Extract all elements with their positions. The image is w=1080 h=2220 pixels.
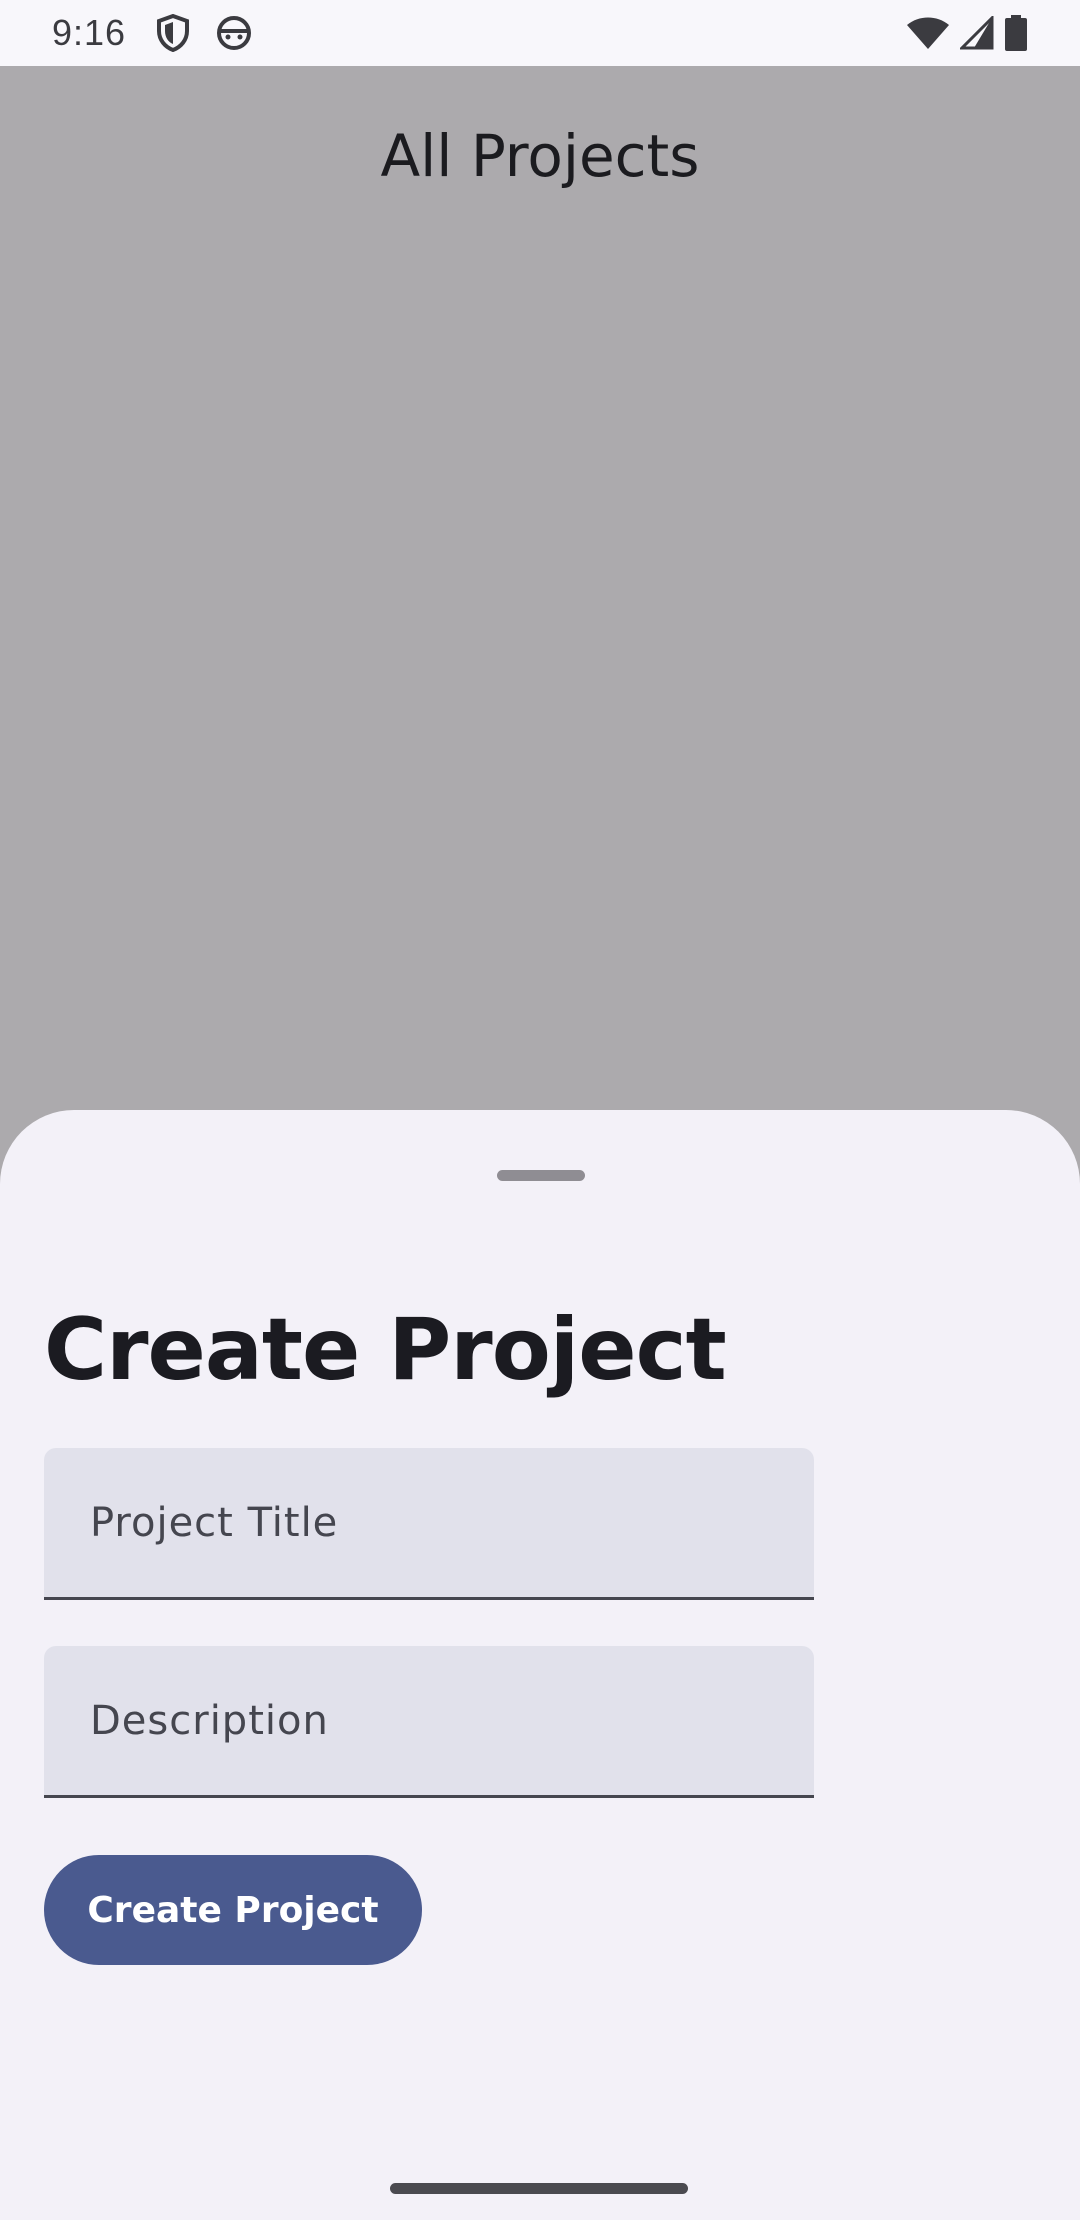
- home-indicator[interactable]: [390, 2183, 688, 2194]
- description-input[interactable]: [44, 1646, 814, 1795]
- sheet-title: Create Project: [44, 1300, 727, 1400]
- shield-icon: [156, 14, 190, 52]
- drag-handle[interactable]: [497, 1170, 585, 1181]
- battery-icon: [1004, 15, 1028, 51]
- create-project-button[interactable]: Create Project: [44, 1855, 422, 1965]
- wifi-icon: [906, 16, 950, 50]
- status-notification-icons: [156, 14, 252, 52]
- description-field[interactable]: [44, 1646, 814, 1798]
- project-title-field[interactable]: [44, 1448, 814, 1600]
- status-system-icons: [906, 15, 1028, 51]
- status-bar: 9:16: [0, 0, 1080, 66]
- cell-signal-icon: [960, 16, 994, 50]
- project-title-input[interactable]: [44, 1448, 814, 1597]
- android-face-icon: [216, 15, 252, 51]
- background-scrim[interactable]: [0, 66, 1080, 1246]
- status-time: 9:16: [52, 12, 127, 53]
- page-title: All Projects: [380, 122, 700, 190]
- create-project-sheet: Create Project Create Project: [0, 1110, 1080, 2220]
